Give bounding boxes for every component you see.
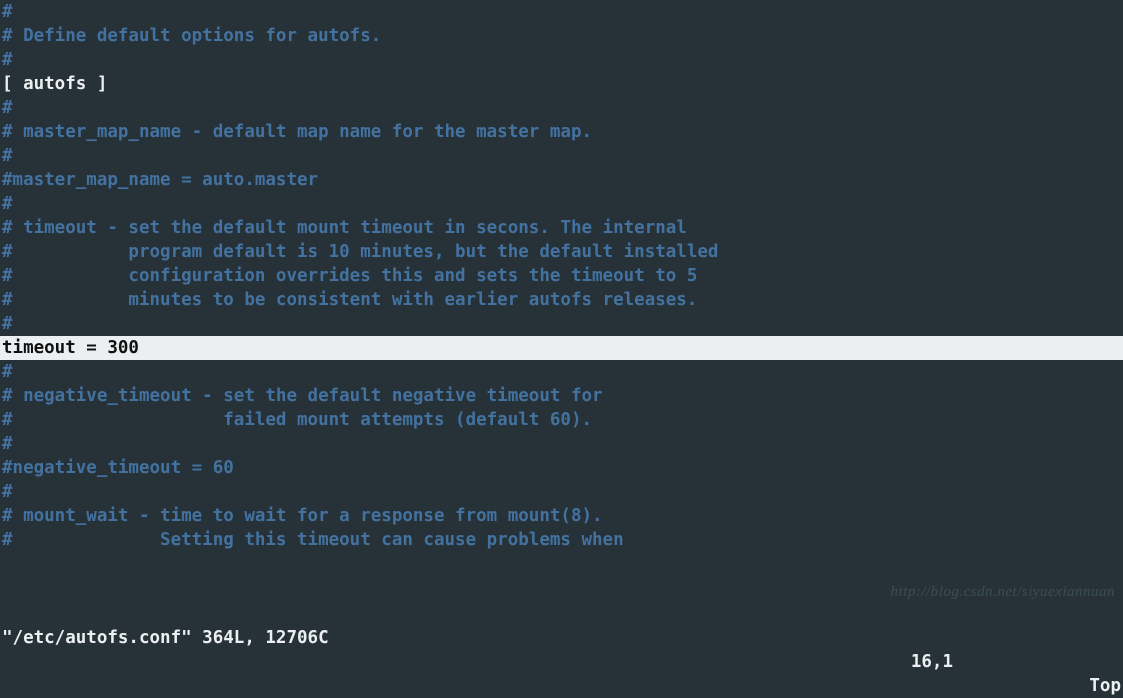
statusbar-position: Top	[1089, 674, 1121, 698]
code-line[interactable]: # mount_wait - time to wait for a respon…	[0, 504, 1123, 528]
code-line[interactable]: #	[0, 480, 1123, 504]
code-line-cursor[interactable]: timeout = 300	[0, 336, 1123, 360]
code-line[interactable]: # failed mount attempts (default 60).	[0, 408, 1123, 432]
code-line[interactable]: #	[0, 48, 1123, 72]
watermark-text: http://blog.csdn.net/siyuexiannuan	[891, 580, 1115, 604]
code-line[interactable]: #	[0, 432, 1123, 456]
code-line[interactable]: #master_map_name = auto.master	[0, 168, 1123, 192]
code-line[interactable]: # Setting this timeout can cause problem…	[0, 528, 1123, 552]
statusbar-ruler: 16,1	[911, 650, 953, 674]
code-line[interactable]: #negative_timeout = 60	[0, 456, 1123, 480]
code-line[interactable]: #	[0, 96, 1123, 120]
code-line[interactable]: #	[0, 360, 1123, 384]
code-line[interactable]: #	[0, 0, 1123, 24]
code-line[interactable]: #	[0, 312, 1123, 336]
code-line[interactable]: # minutes to be consistent with earlier …	[0, 288, 1123, 312]
statusbar-filename: "/etc/autofs.conf" 364L, 12706C	[2, 626, 329, 650]
code-line-section-header[interactable]: [ autofs ]	[0, 72, 1123, 96]
editor-viewport[interactable]: # # Define default options for autofs. #…	[0, 0, 1123, 552]
code-line[interactable]: # program default is 10 minutes, but the…	[0, 240, 1123, 264]
code-line[interactable]: #	[0, 144, 1123, 168]
code-line[interactable]: # timeout - set the default mount timeou…	[0, 216, 1123, 240]
code-line[interactable]: # configuration overrides this and sets …	[0, 264, 1123, 288]
code-line[interactable]: # master_map_name - default map name for…	[0, 120, 1123, 144]
code-line[interactable]: # negative_timeout - set the default neg…	[0, 384, 1123, 408]
code-line[interactable]: # Define default options for autofs.	[0, 24, 1123, 48]
statusbar: "/etc/autofs.conf" 364L, 12706C 16,1 Top	[0, 602, 1123, 626]
code-line[interactable]: #	[0, 192, 1123, 216]
